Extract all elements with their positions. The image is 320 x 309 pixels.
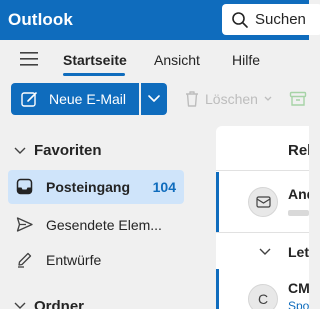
divider [216,170,309,171]
title-bar: Outlook Suchen [0,0,320,40]
tab-relevant[interactable]: Rel [288,142,309,159]
unread-accent [216,269,219,309]
chevron-down-icon[interactable] [14,147,26,155]
delete-dropdown-icon[interactable] [264,96,272,102]
folder-label: Gesendete Elem... [46,217,162,233]
folder-label: Entwürfe [46,252,102,268]
message-snippet: Spo [288,299,309,309]
folder-inbox[interactable]: Posteingang 104 [8,170,184,204]
compose-icon [21,92,37,107]
message-list-pane: Rel And Letz C CM Spo [216,126,309,309]
active-tab-indicator [63,73,125,76]
tab-home[interactable]: Startseite [63,52,127,68]
message-preview-placeholder [288,210,309,216]
chevron-down-icon [148,95,160,102]
tab-view[interactable]: Ansicht [154,52,200,68]
folders-heading[interactable]: Ordner [34,298,84,309]
app-title: Outlook [8,10,73,29]
delete-label: Löschen [205,91,258,107]
ribbon-tabs: Startseite Ansicht Hilfe [0,40,309,78]
new-mail-button[interactable]: Neue E-Mail [11,83,139,115]
search-input[interactable]: Suchen [255,11,306,28]
favorites-heading[interactable]: Favoriten [34,142,102,159]
search-icon [232,12,248,28]
folder-pane: Favoriten Posteingang 104 Gesendete Elem… [0,122,212,309]
drafts-icon [18,252,32,268]
inbox-icon [16,178,33,195]
chevron-down-icon[interactable] [14,302,26,309]
trash-icon [186,91,198,107]
mail-icon [256,196,271,208]
avatar [248,187,278,217]
new-mail-label: Neue E-Mail [49,91,127,107]
folder-drafts[interactable]: Entwürfe [8,243,184,277]
folder-sent[interactable]: Gesendete Elem... [8,208,184,242]
chevron-down-icon[interactable] [259,248,271,256]
group-header[interactable]: Letz [288,244,309,260]
avatar: C [248,284,278,309]
send-icon [16,217,33,232]
divider [216,232,309,233]
unread-accent [216,172,219,232]
message-sender[interactable]: And [288,186,309,202]
unread-count: 104 [152,179,176,195]
archive-icon[interactable] [289,90,307,108]
tab-help[interactable]: Hilfe [232,52,260,68]
delete-button[interactable]: Löschen [183,90,258,113]
search-box[interactable]: Suchen [222,4,320,35]
hamburger-menu-icon[interactable] [20,51,38,67]
new-mail-dropdown-button[interactable] [141,83,167,115]
toolbar: Neue E-Mail Löschen [0,78,309,122]
folder-label: Posteingang [46,179,131,195]
message-sender[interactable]: CM [288,280,309,296]
